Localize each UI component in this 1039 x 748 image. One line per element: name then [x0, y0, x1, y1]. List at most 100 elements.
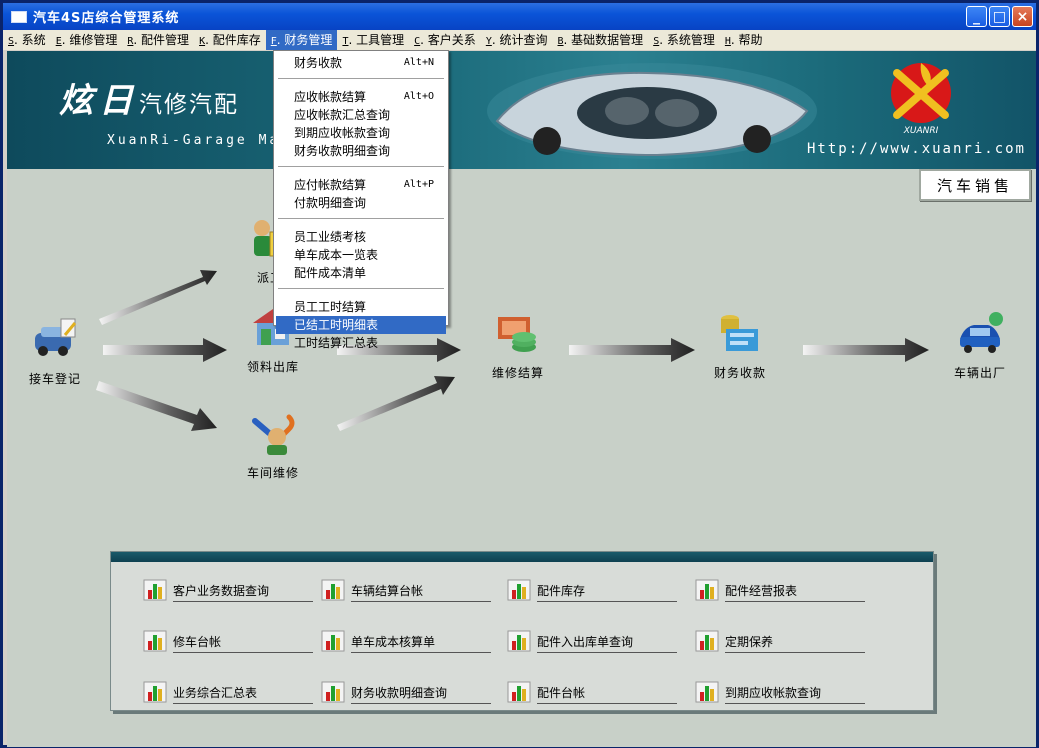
finance-menu-item[interactable]: 到期应收帐款查询 [276, 124, 446, 142]
quick-link[interactable]: 客户业务数据查询 [143, 574, 313, 602]
website-url: Http://www.xuanri.com [806, 141, 1026, 157]
menu-8[interactable]: B. 基础数据管理 [553, 30, 649, 50]
settlement-icon [498, 317, 536, 352]
close-button[interactable]: × [1012, 6, 1033, 27]
brand-main: 炫日 [59, 81, 139, 121]
menu-item-label: 财务收款 [294, 56, 343, 70]
menu-item-label: 财务收款明细查询 [294, 144, 391, 158]
menu-label: 配件管理 [141, 33, 190, 47]
arrow-to-parts [103, 338, 227, 362]
finance-menu-item[interactable]: 应收帐款结算 Alt+O [276, 88, 446, 106]
menu-bar: S. 系统 E. 维修管理 R. 配件管理 K. 配件库存 F. 财务管理 T. 工具管理… [3, 30, 1036, 50]
xuanri-logo: XUANRI [891, 63, 951, 136]
car-sales-button[interactable]: 汽车销售 [919, 169, 1031, 201]
bar-chart-icon [507, 579, 531, 601]
quick-link[interactable]: 单车成本核算单 [321, 625, 491, 653]
menu-item-label: 应付帐款结算 [294, 178, 367, 192]
menu-divider [278, 166, 444, 168]
menu-2[interactable]: R. 配件管理 [122, 30, 194, 50]
brand-title: 炫日汽修汽配 [59, 73, 239, 122]
menu-separator-dot: . [133, 33, 142, 47]
menu-item-shortcut [434, 124, 446, 142]
bar-chart-icon [321, 579, 345, 601]
menu-label: 帮助 [738, 33, 763, 47]
menu-item-shortcut [434, 246, 446, 264]
maximize-button[interactable]: □ [989, 6, 1010, 27]
title-bar[interactable]: 汽车4S店综合管理系统 _ □ × [3, 3, 1036, 30]
quick-link[interactable]: 配件经营报表 [695, 574, 865, 602]
quick-link[interactable]: 定期保养 [695, 625, 865, 653]
quick-link[interactable]: 财务收款明细查询 [321, 676, 491, 704]
quick-link[interactable]: 到期应收帐款查询 [695, 676, 865, 704]
menu-item-label: 应收帐款结算 [294, 90, 367, 104]
menu-item-label: 应收帐款汇总查询 [294, 108, 391, 122]
bar-chart-icon [507, 681, 531, 703]
menu-label: 系统 [21, 33, 46, 47]
payment-icon [721, 315, 758, 351]
finance-menu-item[interactable]: 已结工时明细表 [276, 316, 446, 334]
quick-panel-header [111, 552, 933, 562]
node-exit[interactable]: 车辆出厂 [935, 309, 1025, 381]
menu-4[interactable]: F. 财务管理 [265, 30, 338, 50]
bar-chart-icon [143, 681, 167, 703]
finance-menu-item[interactable]: 单车成本一览表 [276, 246, 446, 264]
finance-menu-item[interactable]: 付款明细查询 [276, 194, 446, 212]
quick-link[interactable]: 配件库存 [507, 574, 677, 602]
node-reception[interactable]: 接车登记 [10, 315, 100, 387]
menu-item-shortcut [434, 316, 446, 334]
quick-link[interactable]: 业务综合汇总表 [143, 676, 313, 704]
menu-1[interactable]: E. 维修管理 [51, 30, 123, 50]
menu-separator-dot: . [14, 33, 22, 47]
menu-item-shortcut: Alt+P [403, 179, 434, 190]
finance-menu-item[interactable]: 员工工时结算 [276, 298, 446, 316]
menu-item-label: 已结工时明细表 [294, 318, 379, 332]
quick-link-label: 定期保养 [725, 633, 865, 653]
node-parts-out-label: 领料出库 [246, 360, 299, 374]
quick-link[interactable]: 配件入出库单查询 [507, 625, 677, 653]
node-payment[interactable]: 财务收款 [695, 309, 785, 381]
finance-menu-item[interactable]: 应收帐款汇总查询 [276, 106, 446, 124]
menu-separator-dot: . [205, 33, 213, 47]
node-exit-label: 车辆出厂 [953, 366, 1006, 380]
minimize-button[interactable]: _ [966, 6, 987, 27]
finance-menu-item[interactable]: 工时结算汇总表 [276, 334, 446, 352]
menu-label: 财务管理 [284, 33, 333, 47]
quick-link-label: 配件台帐 [537, 684, 677, 704]
arrow-to-dispatch [99, 270, 217, 325]
menu-item-shortcut [434, 298, 446, 316]
menu-divider [278, 78, 444, 80]
menu-item-label: 配件成本清单 [294, 266, 367, 280]
bar-chart-icon [143, 630, 167, 652]
finance-menu-item[interactable]: 财务收款明细查询 [276, 142, 446, 160]
node-settlement-label: 维修结算 [491, 366, 544, 380]
menu-5[interactable]: T. 工具管理 [337, 30, 409, 50]
node-workshop[interactable]: 车间维修 [228, 409, 318, 481]
main-workspace: 炫日汽修汽配 XuanRi-Garage Mana XUANRI Http://… [7, 51, 1036, 747]
menu-item-label: 付款明细查询 [294, 196, 367, 210]
menu-3[interactable]: K. 配件库存 [194, 30, 266, 50]
menu-item-label: 到期应收帐款查询 [294, 126, 391, 140]
quick-link-label: 配件入出库单查询 [537, 633, 677, 653]
quick-links-panel: 客户业务数据查询 车辆结算台帐 配件库存 配件经营报表修车台帐 单车成本核算单 配件入出库… [110, 551, 934, 711]
quick-link[interactable]: 配件台帐 [507, 676, 677, 704]
quick-link[interactable]: 车辆结算台帐 [321, 574, 491, 602]
bar-chart-icon [321, 681, 345, 703]
menu-6[interactable]: C. 客户关系 [409, 30, 481, 50]
menu-separator-dot: . [420, 33, 428, 47]
bar-chart-icon [321, 630, 345, 652]
arrow-workshop-to-settlement [337, 376, 455, 431]
node-reception-label: 接车登记 [28, 372, 81, 386]
quick-link-label: 财务收款明细查询 [351, 684, 491, 704]
quick-link[interactable]: 修车台帐 [143, 625, 313, 653]
menu-10[interactable]: H. 帮助 [720, 30, 768, 50]
banner: 炫日汽修汽配 XuanRi-Garage Mana XUANRI Http://… [7, 51, 1036, 169]
menu-0[interactable]: S. 系统 [3, 30, 51, 50]
menu-9[interactable]: S. 系统管理 [648, 30, 720, 50]
node-settlement[interactable]: 维修结算 [473, 309, 563, 381]
menu-7[interactable]: Y. 统计查询 [481, 30, 553, 50]
finance-menu-item[interactable]: 应付帐款结算 Alt+P [276, 176, 446, 194]
finance-menu-item[interactable]: 财务收款 Alt+N [276, 54, 446, 72]
finance-menu-item[interactable]: 员工业绩考核 [276, 228, 446, 246]
finance-menu-item[interactable]: 配件成本清单 [276, 264, 446, 282]
menu-item-shortcut [434, 142, 446, 160]
